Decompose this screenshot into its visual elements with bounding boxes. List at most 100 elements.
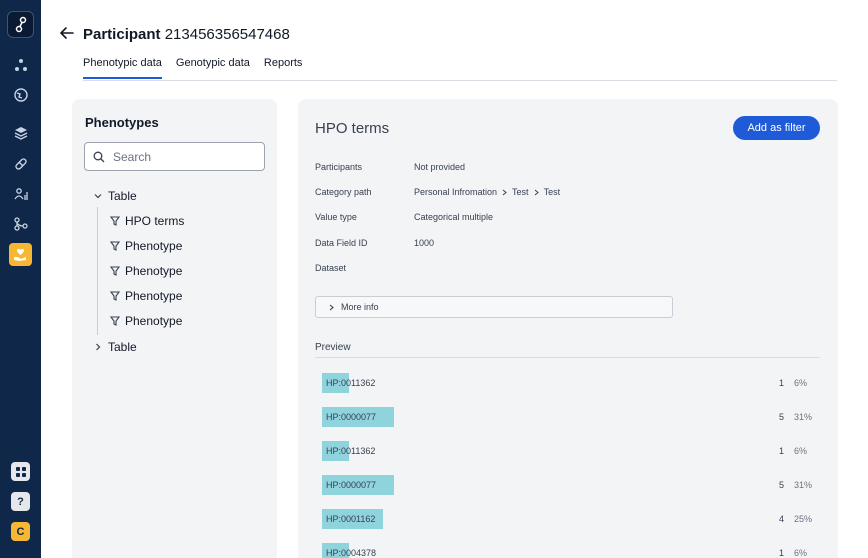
preview-term-label: HP:0011362 bbox=[326, 378, 376, 388]
preview-count: 4 bbox=[778, 514, 784, 524]
globe-icon[interactable] bbox=[10, 84, 31, 105]
participant-id: 213456356547468 bbox=[164, 26, 290, 43]
preview-term-label: HP:0011362 bbox=[326, 446, 376, 456]
tree-node-table-expanded[interactable]: Table bbox=[94, 189, 137, 203]
preview-row[interactable]: HP:0000077 5 31% bbox=[322, 475, 812, 495]
field-value-data-field-id: 1000 bbox=[414, 238, 434, 248]
chevron-right-icon bbox=[329, 304, 334, 310]
preview-row[interactable]: HP:0004378 1 6% bbox=[322, 543, 812, 558]
preview-percent: 6% bbox=[794, 378, 808, 388]
tree-leaf-label: HPO terms bbox=[125, 214, 185, 228]
tab-genotypic-data[interactable]: Genotypic data bbox=[176, 57, 250, 79]
chevron-down-icon bbox=[94, 194, 102, 199]
field-value-value-type: Categorical multiple bbox=[414, 212, 493, 222]
breadcrumb-item[interactable]: Test bbox=[544, 187, 561, 197]
tree-leaf-label: Phenotype bbox=[125, 289, 183, 303]
preview-term-label: HP:0000077 bbox=[326, 480, 377, 490]
detail-title: HPO terms bbox=[315, 120, 390, 137]
page-title: Participant 213456356547468 bbox=[83, 26, 290, 43]
breadcrumb-item[interactable]: Test bbox=[512, 187, 529, 197]
tree-node-label: Table bbox=[108, 189, 137, 203]
field-value-text: Not provided bbox=[414, 162, 466, 172]
tree-leaf-phenotype[interactable]: Phenotype bbox=[110, 239, 182, 253]
search-icon bbox=[93, 151, 105, 162]
field-label-category-path: Category path bbox=[315, 187, 372, 197]
chevron-right-icon bbox=[534, 189, 539, 195]
user-initial-avatar[interactable]: C bbox=[11, 522, 30, 541]
tree-leaf-phenotype[interactable]: Phenotype bbox=[110, 314, 182, 328]
chevron-right-icon bbox=[96, 343, 101, 351]
preview-term: HP:0011362 bbox=[322, 373, 375, 393]
preview-percent: 25% bbox=[794, 514, 813, 524]
filter-icon bbox=[110, 216, 120, 226]
preview-count: 1 bbox=[778, 446, 784, 456]
pill-icon[interactable] bbox=[10, 153, 31, 174]
preview-percent: 31% bbox=[794, 480, 813, 490]
detail-card: HPO terms Add as filter Participants Not… bbox=[298, 99, 838, 558]
field-label-dataset: Dataset bbox=[315, 263, 347, 273]
preview-term-label: HP:0004378 bbox=[326, 548, 377, 558]
preview-term-label: HP:0000077 bbox=[326, 412, 377, 422]
people-chart-icon[interactable] bbox=[10, 183, 31, 204]
breadcrumb-item[interactable]: Personal Infromation bbox=[414, 187, 497, 197]
preview-term: HP:0011362 bbox=[322, 441, 375, 461]
tabs-divider bbox=[83, 80, 837, 81]
preview-row[interactable]: HP:0000077 5 31% bbox=[322, 407, 812, 427]
tree-leaf-label: Phenotype bbox=[125, 264, 183, 278]
filter-icon bbox=[110, 241, 120, 251]
more-info-toggle[interactable]: More info bbox=[315, 296, 673, 318]
preview-count: 5 bbox=[778, 480, 784, 490]
field-value-text: 1000 bbox=[414, 238, 435, 248]
detail-panel: HPO terms Add as filter Participants Not… bbox=[298, 99, 838, 558]
dots-network-icon[interactable] bbox=[10, 54, 31, 75]
phenotypes-title: Phenotypes bbox=[85, 115, 159, 130]
field-label-data-field-id: Data Field ID bbox=[315, 238, 368, 248]
filter-icon bbox=[110, 266, 120, 276]
back-arrow-icon[interactable] bbox=[59, 25, 75, 41]
app-logo-icon[interactable] bbox=[7, 11, 34, 38]
preview-count: 5 bbox=[778, 412, 784, 422]
tree-node-label: Table bbox=[108, 340, 137, 354]
tree-leaf-label: Phenotype bbox=[125, 314, 183, 328]
phenotypes-panel: Phenotypes Table HPO terms Phenotype Phe… bbox=[72, 99, 277, 558]
preview-percent: 6% bbox=[794, 548, 808, 558]
filter-icon bbox=[110, 316, 120, 326]
preview-divider bbox=[315, 357, 820, 358]
left-nav-rail: ? C bbox=[0, 0, 41, 558]
page-title-prefix: Participant bbox=[83, 26, 161, 43]
layers-icon[interactable] bbox=[10, 122, 31, 143]
preview-row[interactable]: HP:0011362 1 6% bbox=[322, 441, 812, 461]
add-as-filter-button[interactable]: Add as filter bbox=[733, 116, 820, 140]
preview-term: HP:0000077 bbox=[322, 407, 394, 427]
preview-label: Preview bbox=[315, 342, 351, 353]
field-label-participants: Participants bbox=[315, 162, 363, 172]
preview-row[interactable]: HP:0011362 1 6% bbox=[322, 373, 812, 393]
more-info-label: More info bbox=[341, 302, 379, 312]
preview-count: 1 bbox=[778, 378, 784, 388]
tree-leaf-label: Phenotype bbox=[125, 239, 183, 253]
preview-term: HP:0000077 bbox=[322, 475, 394, 495]
category-path-breadcrumb: Personal Infromation Test Test bbox=[414, 187, 560, 197]
preview-term-label: HP:0001162 bbox=[326, 514, 376, 524]
tree-leaf-phenotype[interactable]: Phenotype bbox=[110, 264, 182, 278]
chevron-right-icon bbox=[502, 189, 507, 195]
tab-reports[interactable]: Reports bbox=[264, 57, 303, 79]
heart-hand-icon[interactable] bbox=[9, 243, 32, 266]
grid-apps-icon[interactable] bbox=[11, 462, 30, 481]
tree-leaf-hpo-terms[interactable]: HPO terms bbox=[110, 214, 184, 228]
search-input[interactable] bbox=[113, 149, 253, 164]
field-value-text: Categorical multiple bbox=[414, 212, 494, 222]
tree-node-table-collapsed[interactable]: Table bbox=[94, 340, 137, 354]
filter-icon bbox=[110, 291, 120, 301]
tab-phenotypic-data[interactable]: Phenotypic data bbox=[83, 57, 162, 79]
search-box bbox=[84, 142, 265, 171]
tree-leaf-phenotype[interactable]: Phenotype bbox=[110, 289, 182, 303]
preview-term: HP:0004378 bbox=[322, 543, 376, 558]
branch-icon[interactable] bbox=[10, 213, 31, 234]
field-value-participants: Not provided bbox=[414, 162, 465, 172]
preview-row[interactable]: HP:0001162 4 25% bbox=[322, 509, 812, 529]
tree-guide-line bbox=[97, 207, 98, 335]
help-icon[interactable]: ? bbox=[11, 492, 30, 511]
field-label-value-type: Value type bbox=[315, 212, 357, 222]
preview-percent: 31% bbox=[794, 412, 813, 422]
